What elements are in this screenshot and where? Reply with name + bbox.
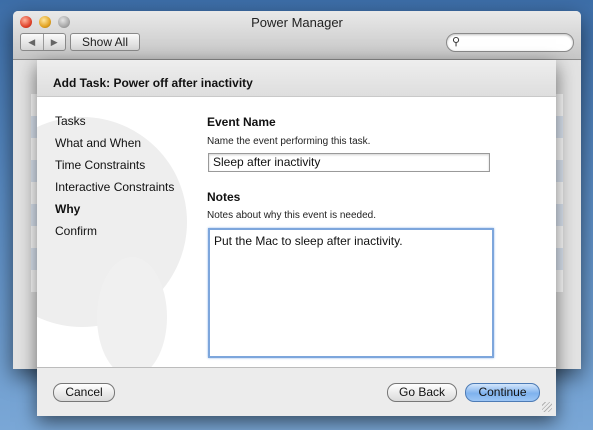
power-watermark-icon: [97, 257, 167, 367]
event-name-title: Event Name: [207, 115, 276, 129]
forward-arrow-icon[interactable]: ▶: [42, 34, 66, 50]
step-interactive-constraints: Interactive Constraints: [55, 180, 175, 194]
step-time-constraints: Time Constraints: [55, 158, 146, 172]
notes-title: Notes: [207, 190, 241, 204]
sheet-title: Add Task: Power off after inactivity: [53, 76, 253, 90]
search-field[interactable]: ⚲: [446, 33, 574, 52]
title-bar: Power Manager ◀ ▶ Show All ⚲: [13, 11, 581, 60]
continue-button[interactable]: Continue: [465, 383, 540, 402]
resize-grip-icon[interactable]: [542, 402, 552, 412]
step-confirm: Confirm: [55, 224, 98, 238]
show-all-button[interactable]: Show All: [70, 33, 140, 51]
sheet-header: Add Task: Power off after inactivity: [37, 60, 556, 97]
go-back-button[interactable]: Go Back: [387, 383, 457, 402]
back-arrow-icon[interactable]: ◀: [21, 34, 43, 50]
sheet-content: Tasks What and When Time Constraints Int…: [37, 97, 556, 368]
event-name-description: Name the event performing this task.: [207, 136, 371, 147]
wizard-steps: Tasks What and When Time Constraints Int…: [55, 114, 174, 246]
step-why: Why: [55, 202, 81, 216]
cancel-button[interactable]: Cancel: [53, 383, 115, 402]
event-name-input[interactable]: Sleep after inactivity: [208, 153, 490, 172]
search-icon: ⚲: [452, 36, 461, 48]
step-what-and-when: What and When: [55, 136, 142, 150]
notes-description: Notes about why this event is needed.: [207, 210, 376, 221]
window-title: Power Manager: [251, 15, 343, 30]
step-tasks: Tasks: [55, 114, 86, 128]
notes-textarea[interactable]: Put the Mac to sleep after inactivity.: [208, 228, 494, 358]
back-forward-control: ◀ ▶: [20, 33, 66, 51]
add-task-sheet: Add Task: Power off after inactivity Tas…: [37, 60, 556, 416]
